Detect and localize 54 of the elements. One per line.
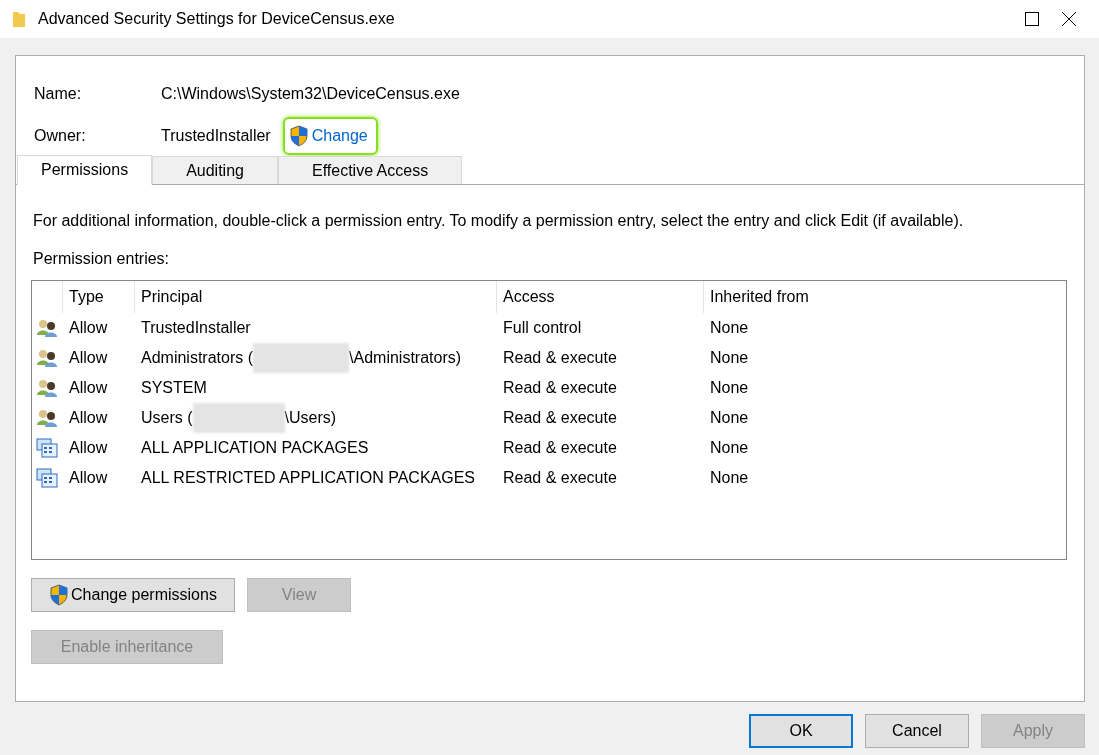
table-cell: SYSTEM	[141, 379, 207, 397]
column-header[interactable]: Type	[62, 281, 134, 313]
column-header[interactable]: Inherited from	[703, 281, 1033, 313]
table-cell-text: None	[709, 439, 750, 457]
name-label: Name:	[34, 85, 83, 103]
table-cell-text: Allow	[68, 319, 109, 337]
table-cell: Users (	[141, 409, 193, 427]
shield-icon	[288, 125, 309, 147]
entries-label: Permission entries:	[32, 250, 171, 268]
table-cell-text: Read & execute	[502, 409, 618, 427]
folder-icon	[12, 10, 26, 28]
close-icon[interactable]	[1061, 11, 1077, 27]
users-icon	[36, 348, 58, 368]
table-cell-text: Allow	[68, 409, 109, 427]
table-cell-text: Read & execute	[502, 439, 618, 457]
column-header[interactable]: Access	[496, 281, 703, 313]
table-cell-text: Read & execute	[502, 469, 618, 487]
table-cell-text: Allow	[68, 439, 109, 457]
tab[interactable]: Permissions	[17, 155, 153, 185]
action-button[interactable]: Change permissions	[31, 578, 235, 612]
owner-label: Owner:	[34, 127, 87, 145]
table-cell-text: None	[709, 409, 750, 427]
packages-icon	[36, 438, 58, 458]
tab[interactable]: Auditing	[152, 156, 278, 184]
shield-icon	[49, 584, 70, 606]
tab[interactable]: Effective Access	[277, 156, 463, 184]
dialog-button[interactable]: OK	[749, 714, 853, 748]
table-cell-text: None	[709, 319, 750, 337]
owner-value: TrustedInstaller	[161, 127, 271, 145]
users-icon	[36, 318, 58, 338]
table-cell-text: Full control	[502, 319, 583, 337]
maximize-icon[interactable]	[1025, 12, 1039, 26]
table-cell: ALL RESTRICTED APPLICATION PACKAGES	[141, 469, 475, 487]
table-cell-text: Allow	[68, 379, 109, 397]
table-cell-text: Read & execute	[502, 379, 618, 397]
table-cell-text: None	[709, 469, 750, 487]
name-value: C:\Windows\System32\DeviceCensus.exe	[161, 85, 460, 103]
column-header[interactable]: Principal	[134, 281, 496, 313]
table-cell-text: None	[709, 349, 750, 367]
table-cell: \Administrators)	[349, 349, 462, 367]
table-cell-text: Read & execute	[502, 349, 618, 367]
window-title: Advanced Security Settings for DeviceCensus.exe	[38, 10, 396, 28]
dialog-button[interactable]: Cancel	[865, 714, 969, 748]
table-cell: ALL APPLICATION PACKAGES	[141, 439, 369, 457]
packages-icon	[36, 468, 58, 488]
info-text: For additional information, double-click a permission entry. To modify a permission entry, select the entry and click Edit (if available).	[32, 212, 965, 230]
table-cell-text: Allow	[68, 349, 109, 367]
table-cell-text: Allow	[68, 469, 109, 487]
users-icon	[36, 378, 58, 398]
table-cell: Administrators (	[141, 349, 254, 367]
table-cell: TrustedInstaller	[141, 319, 251, 337]
users-icon	[36, 408, 58, 428]
table-cell: \Users)	[284, 409, 337, 427]
table-cell-text: None	[709, 379, 750, 397]
